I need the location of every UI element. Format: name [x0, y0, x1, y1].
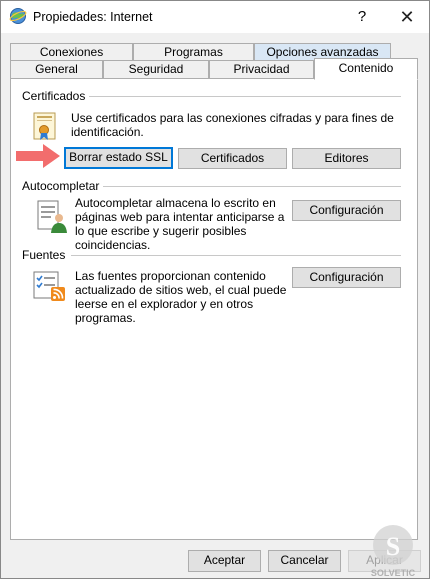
- title-bar: Propiedades: Internet ? ✕: [1, 1, 429, 33]
- feeds-divider: [71, 255, 401, 256]
- autocomplete-description-line1: Autocompletar almacena lo escrito en: [75, 196, 276, 210]
- tab-privacidad[interactable]: Privacidad: [209, 60, 314, 79]
- close-button[interactable]: ✕: [393, 3, 421, 31]
- autocomplete-group-label: Autocompletar: [22, 179, 103, 193]
- feeds-group-label: Fuentes: [22, 248, 69, 262]
- ok-button[interactable]: Aceptar: [188, 550, 261, 572]
- feeds-settings-button[interactable]: Configuración: [292, 267, 401, 288]
- clear-ssl-state-button[interactable]: Borrar estado SSL: [64, 147, 173, 169]
- tab-general[interactable]: General: [10, 60, 103, 79]
- feeds-description-line4: programas.: [75, 311, 136, 325]
- tab-seguridad[interactable]: Seguridad: [103, 60, 209, 79]
- autocomplete-description-line4: coincidencias.: [75, 238, 151, 252]
- internet-globe-icon: [9, 8, 27, 24]
- tab-contenido[interactable]: Contenido: [314, 58, 418, 80]
- feeds-icon: [33, 271, 65, 301]
- feeds-description-line1: Las fuentes proporcionan contenido: [75, 269, 266, 283]
- certificates-group-label: Certificados: [22, 89, 89, 103]
- svg-text:SOLVETIC: SOLVETIC: [371, 568, 416, 578]
- svg-text:S: S: [386, 532, 400, 561]
- certificate-icon: [33, 112, 56, 140]
- certificates-button[interactable]: Certificados: [178, 148, 287, 169]
- autocomplete-settings-button[interactable]: Configuración: [292, 200, 401, 221]
- solvetic-watermark-logo: S SOLVETIC: [371, 525, 416, 578]
- help-button[interactable]: ?: [351, 5, 373, 29]
- certificates-description-line2: identificación.: [71, 125, 144, 139]
- window-title: Propiedades: Internet: [33, 10, 153, 24]
- certificates-description-line1: Use certificados para las conexiones cif…: [71, 111, 394, 125]
- certificates-divider: [89, 96, 401, 97]
- publishers-button[interactable]: Editores: [292, 148, 401, 169]
- autocomplete-divider: [103, 186, 401, 187]
- feeds-description-line2: actualizado de sitios web, el cual puede: [75, 283, 287, 297]
- internet-properties-window: Propiedades: Internet ? ✕ Conexiones Pro…: [0, 0, 430, 579]
- autocomplete-description-line2: páginas web para intentar anticiparse a: [75, 210, 285, 224]
- feeds-description-line3: leerse en el explorador y en otros: [75, 297, 254, 311]
- content-panel: Certificados Use certificados para las c…: [10, 78, 418, 540]
- cancel-button[interactable]: Cancelar: [268, 550, 341, 572]
- autocomplete-description-line3: lo que escribe y sugerir posibles: [75, 224, 247, 238]
- autocomplete-form-icon: [37, 200, 67, 233]
- pointer-arrow-icon: [16, 144, 60, 168]
